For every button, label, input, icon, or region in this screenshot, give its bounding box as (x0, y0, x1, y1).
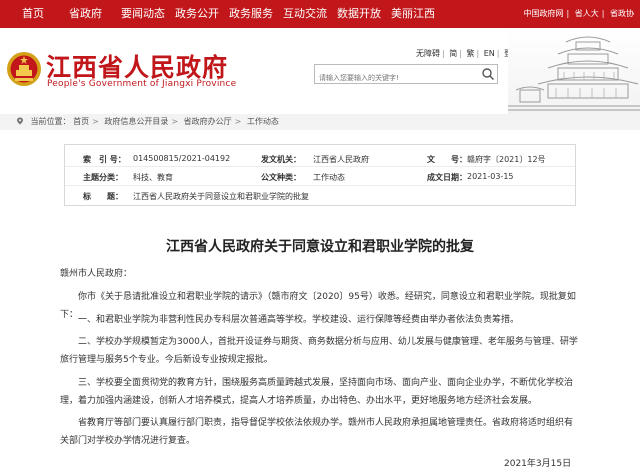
national-emblem-icon (7, 52, 41, 86)
top-nav-bar: 首页 省政府 要闻动态 政务公开 政务服务 互动交流 数据开放 美丽江西 中国政… (0, 0, 640, 28)
search-box (314, 64, 498, 87)
top-nav-external-links: 中国政府网 | 省人大 | 省政协 (523, 9, 635, 18)
topic-label: 主题分类： (83, 173, 123, 182)
nav-provincial-government[interactable]: 省政府 (69, 0, 102, 28)
article-paragraph: 省教育厅等部门要认真履行部门职责，指导督促学校依法依规办学。赣州市人民政府承担属… (60, 418, 574, 446)
breadcrumb-prefix: 当前位置： (30, 117, 71, 126)
breadcrumb-bar: 当前位置： 首页 > 政府信息公开目录 > 省政府办公厅 > 工作动态 (0, 114, 640, 130)
index-label: 索 引 号： (83, 155, 126, 164)
simplified-chinese-link[interactable]: 简 (449, 49, 457, 58)
article-title: 江西省人民政府关于同意设立和君职业学院的批复 (166, 239, 474, 255)
nav-government-affairs-open[interactable]: 政务公开 (175, 0, 219, 28)
document-type-value: 工作动态 (313, 173, 345, 182)
nav-interaction[interactable]: 互动交流 (283, 0, 327, 28)
site-header: 江西省人民政府 People's Government of Jiangxi P… (0, 28, 640, 114)
article-paragraph: 一、和君职业学院为非营利性民办专科层次普通高等学校。学校建设、运行保障等经费由举… (78, 315, 520, 325)
nav-open-data[interactable]: 数据开放 (337, 0, 381, 28)
link-provincial-cppcc[interactable]: 省政协 (610, 9, 634, 18)
subject-value: 江西省人民政府关于同意设立和君职业学院的批复 (133, 192, 309, 201)
search-icon[interactable] (481, 67, 495, 81)
link-provincial-congress[interactable]: 省人大 (575, 9, 599, 18)
divider (65, 166, 575, 167)
subject-label: 标 题： (83, 192, 123, 201)
breadcrumb: 当前位置： 首页 > 政府信息公开目录 > 省政府办公厅 > 工作动态 (16, 114, 279, 130)
topic-value: 科技、教育 (133, 173, 173, 182)
breadcrumb-info-catalog[interactable]: 政府信息公开目录 (104, 117, 168, 126)
search-input[interactable] (315, 69, 475, 87)
document-number-value: 赣府字〔2021〕12号 (467, 155, 546, 164)
divider (65, 185, 575, 186)
link-china-gov[interactable]: 中国政府网 (524, 9, 564, 18)
accessibility-link[interactable]: 无障碍 (416, 49, 440, 58)
document-metadata-panel: 索 引 号： 014500815/2021-04192 发文机关： 江西省人民政… (64, 144, 576, 206)
salutation: 赣州市人民政府： (60, 269, 133, 279)
breadcrumb-general-office[interactable]: 省政府办公厅 (184, 117, 232, 126)
article-paragraph: 三、学校要全面贯彻党的教育方针，围绕服务高质量跨越式发展，坚持面向市场、面向产业… (60, 378, 574, 406)
breadcrumb-work-updates[interactable]: 工作动态 (247, 117, 279, 126)
nav-home[interactable]: 首页 (22, 0, 44, 28)
article-date: 2021年3月15日 (504, 459, 572, 469)
breadcrumb-home[interactable]: 首页 (73, 117, 89, 126)
issuer-label: 发文机关： (261, 155, 301, 164)
nav-news[interactable]: 要闻动态 (121, 0, 165, 28)
traditional-chinese-link[interactable]: 繁 (467, 49, 475, 58)
nav-government-services[interactable]: 政务服务 (229, 0, 273, 28)
tengwang-pavilion-illustration (508, 28, 640, 114)
nav-beautiful-jiangxi[interactable]: 美丽江西 (391, 0, 435, 28)
written-date-value: 2021-03-15 (467, 172, 514, 181)
written-date-label: 成文日期： (427, 173, 467, 182)
article-paragraph: 二、学校办学规模暂定为3000人，首批开设证券与期货、商务数据分析与应用、幼儿发… (60, 337, 578, 365)
site-subtitle: People's Government of Jiangxi Province (47, 79, 237, 89)
location-pin-icon (17, 117, 23, 125)
index-value: 014500815/2021-04192 (133, 154, 231, 163)
utility-links: 无障碍| 简| 繁| EN| 登录 (416, 48, 520, 59)
document-type-label: 公文种类： (261, 173, 301, 182)
document-number-label: 文 号： (427, 155, 467, 164)
english-link[interactable]: EN (484, 49, 495, 58)
issuer-value: 江西省人民政府 (313, 155, 369, 164)
